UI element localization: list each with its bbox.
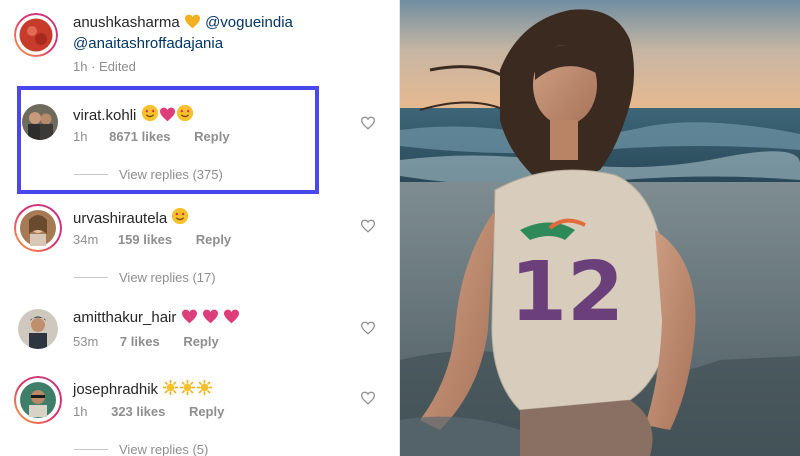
- comment-4-likes[interactable]: 323 likes: [111, 404, 165, 419]
- comment-4-time: 1h: [73, 404, 88, 419]
- avatar-urvashirautela[interactable]: [14, 204, 62, 252]
- avatar-image: [18, 309, 58, 349]
- view-replies-divider: [74, 174, 108, 175]
- comment-1-meta: 1h 8671 likes Reply: [73, 129, 230, 144]
- mention-anaitashroffadajania[interactable]: @anaitashroffadajania: [73, 35, 223, 52]
- post-author-name[interactable]: anushkasharma: [73, 14, 180, 31]
- sun-emoji-icon: [162, 379, 179, 400]
- like-heart-icon[interactable]: [360, 116, 376, 130]
- comment-1-reply-button[interactable]: Reply: [194, 129, 229, 144]
- view-replies-divider: [74, 277, 108, 278]
- author-avatar[interactable]: [14, 13, 58, 57]
- comment-1-username[interactable]: virat.kohli: [73, 107, 136, 124]
- heart-emoji-icon: [159, 107, 176, 126]
- yellow-heart-icon: [184, 14, 201, 33]
- view-replies-divider: [74, 449, 108, 450]
- comment-4-reply-button[interactable]: Reply: [189, 404, 224, 419]
- pink-heart-icon: [202, 309, 219, 328]
- avatar-amitthakur-hair[interactable]: [18, 309, 58, 349]
- sun-emoji-icon: [179, 379, 196, 400]
- comment-2-meta: 34m 159 likes Reply: [73, 232, 231, 247]
- post-edited: Edited: [99, 59, 136, 74]
- avatar-image: [22, 104, 58, 140]
- comment-3-meta: 53m 7 likes Reply: [73, 334, 219, 349]
- comment-3-username[interactable]: amitthakur_hair: [73, 309, 176, 326]
- comment-3-line: amitthakur_hair: [73, 309, 240, 328]
- comment-2-view-replies[interactable]: View replies (17): [119, 270, 216, 285]
- comment-3-time: 53m: [73, 334, 99, 349]
- comment-4-view-replies[interactable]: View replies (5): [119, 442, 208, 456]
- avatar-image: [14, 376, 62, 424]
- pink-heart-icon: [181, 309, 198, 328]
- post-time: 1h: [73, 59, 88, 74]
- comment-1-time: 1h: [73, 129, 88, 144]
- beach-photo-image: 12: [400, 0, 800, 456]
- comment-2-likes[interactable]: 159 likes: [118, 232, 172, 247]
- sun-emoji-icon: [196, 379, 213, 400]
- post-author-line: anushkasharma @vogueindia: [73, 14, 293, 33]
- comment-1-likes[interactable]: 8671 likes: [109, 129, 170, 144]
- like-heart-icon[interactable]: [360, 219, 376, 233]
- comment-2-reply-button[interactable]: Reply: [196, 232, 231, 247]
- post-photo: 12: [400, 0, 800, 456]
- mention-vogueindia[interactable]: @vogueindia: [205, 14, 293, 31]
- comment-3-likes[interactable]: 7 likes: [120, 334, 160, 349]
- post-meta: 1h · Edited: [73, 59, 136, 74]
- comment-4-line: josephradhik: [73, 379, 213, 400]
- avatar-virat-kohli[interactable]: [22, 104, 58, 140]
- comment-2-line: urvashirautela: [73, 207, 189, 229]
- comment-4-meta: 1h 323 likes Reply: [73, 404, 224, 419]
- heart-eyes-emoji-icon: [141, 104, 159, 126]
- heart-eyes-emoji-icon: [176, 104, 194, 126]
- comment-3-reply-button[interactable]: Reply: [183, 334, 218, 349]
- comment-1-line: virat.kohli: [73, 104, 194, 126]
- like-heart-icon[interactable]: [360, 321, 376, 335]
- comments-panel: anushkasharma @vogueindia @anaitashroffa…: [0, 0, 400, 456]
- heart-eyes-emoji-icon: [171, 207, 189, 229]
- comment-2-username[interactable]: urvashirautela: [73, 210, 167, 227]
- avatar-josephradhik[interactable]: [14, 376, 62, 424]
- author-avatar-image: [14, 13, 58, 57]
- avatar-image: [14, 204, 62, 252]
- comment-2-time: 34m: [73, 232, 99, 247]
- like-heart-icon[interactable]: [360, 391, 376, 405]
- pink-heart-icon: [223, 309, 240, 328]
- comment-1-view-replies[interactable]: View replies (375): [119, 167, 223, 182]
- shirt-number: 12: [510, 245, 624, 340]
- comment-4-username[interactable]: josephradhik: [73, 381, 158, 398]
